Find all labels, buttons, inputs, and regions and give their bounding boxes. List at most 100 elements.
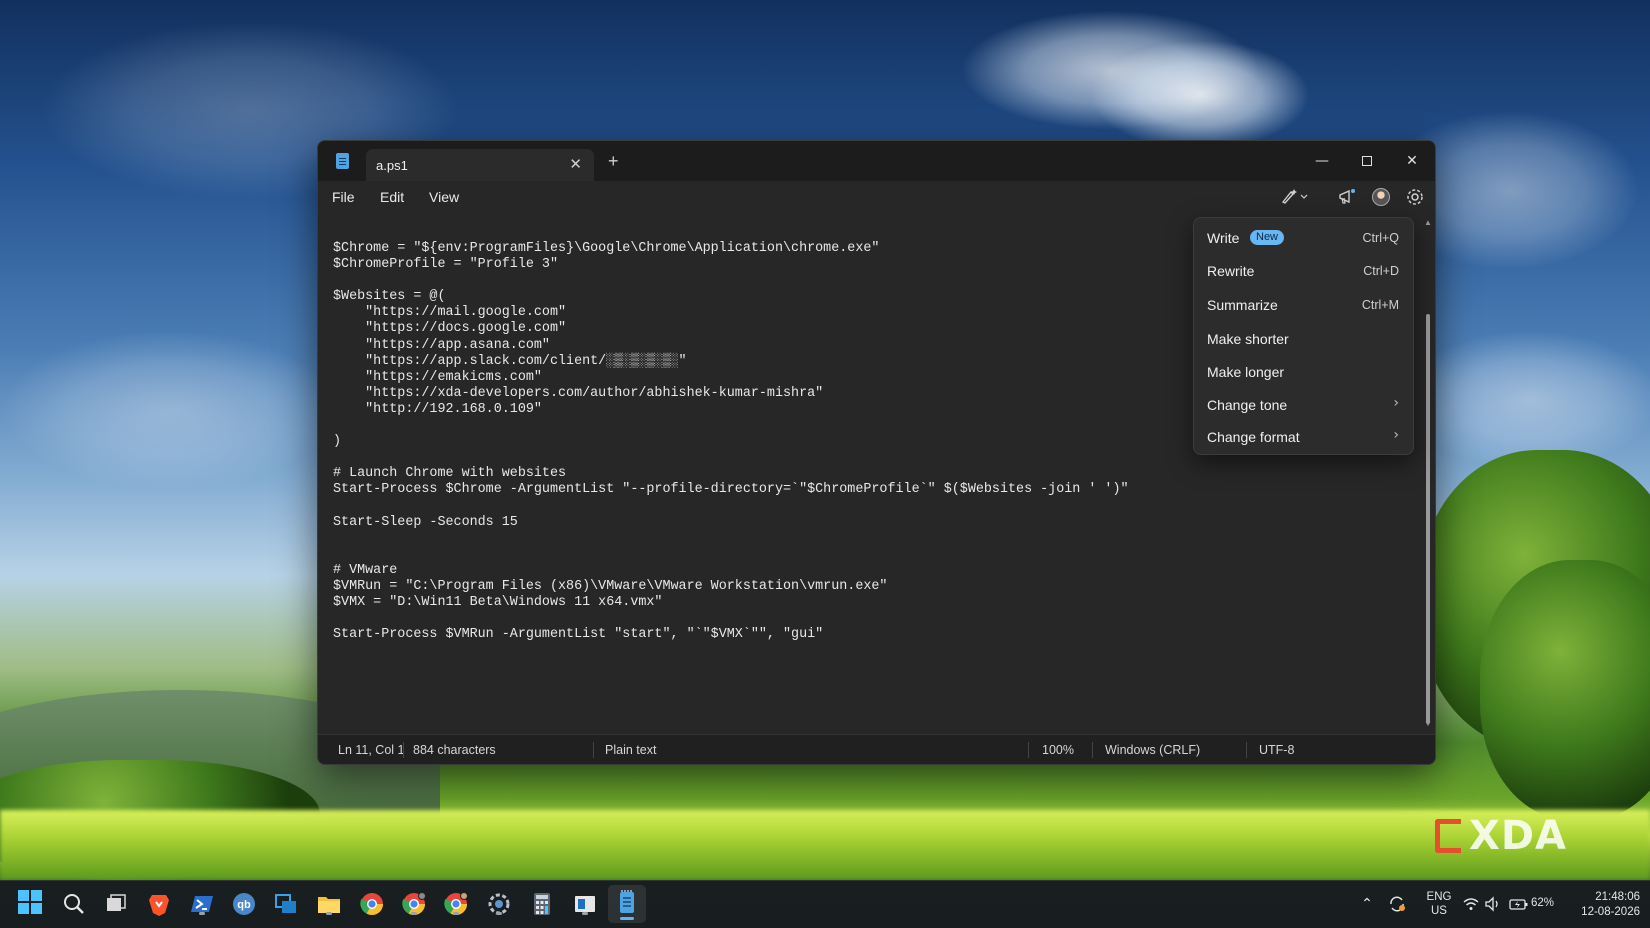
code-line[interactable] [333, 450, 1129, 466]
code-line[interactable]: Start-Sleep -Seconds 15 [333, 515, 1129, 531]
scroll-down-icon[interactable]: ▼ [1424, 720, 1432, 728]
running-indicator [199, 912, 205, 915]
menu-item-rewrite[interactable]: Rewrite Ctrl+D [1194, 255, 1413, 287]
taskbar-chrome[interactable] [358, 890, 386, 918]
code-line[interactable]: "https://emakicms.com" [333, 370, 1129, 386]
search-button[interactable] [60, 890, 88, 918]
menu-item-label: Change format [1207, 429, 1300, 445]
settings-button[interactable] [1405, 187, 1425, 209]
running-indicator [582, 912, 588, 915]
taskbar-remote-desktop[interactable] [272, 890, 300, 918]
code-line[interactable]: $VMRun = "C:\Program Files (x86)\VMware\… [333, 579, 1129, 595]
start-button[interactable] [18, 890, 46, 918]
copilot-button[interactable] [1280, 187, 1310, 209]
code-line[interactable]: # VMware [333, 563, 1129, 579]
code-line[interactable]: # Launch Chrome with websites [333, 466, 1129, 482]
code-line[interactable] [333, 547, 1129, 563]
svg-text:qb: qb [237, 899, 251, 911]
menu-item-summarize[interactable]: Summarize Ctrl+M [1194, 289, 1413, 321]
menu-edit[interactable]: Edit [380, 189, 404, 205]
tab-close-icon[interactable]: ✕ [569, 155, 582, 173]
minimize-button[interactable]: — [1299, 149, 1345, 173]
scroll-thumb[interactable] [1426, 314, 1430, 724]
taskbar-calculator[interactable] [528, 890, 556, 918]
menu-item-make-shorter[interactable]: Make shorter [1194, 323, 1413, 355]
code-line[interactable]: $Chrome = "${env:ProgramFiles}\Google\Ch… [333, 241, 1129, 257]
chevron-up-icon[interactable]: ⌃ [1358, 895, 1376, 913]
taskbar-brave[interactable] [145, 890, 173, 918]
volume-icon[interactable] [1484, 895, 1502, 913]
menu-item-label: Summarize [1207, 297, 1278, 313]
new-tab-button[interactable]: + [608, 152, 619, 170]
code-line[interactable]: "https://docs.google.com" [333, 321, 1129, 337]
code-line[interactable]: "https://xda-developers.com/author/abhis… [333, 386, 1129, 402]
encoding[interactable]: UTF-8 [1259, 743, 1294, 757]
minimize-icon: — [1315, 153, 1329, 169]
code-line[interactable] [333, 273, 1129, 289]
sync-status-icon [1390, 896, 1405, 912]
code-line[interactable]: "https://mail.google.com" [333, 305, 1129, 321]
taskbar-qbittorrent[interactable]: qb [230, 890, 258, 918]
user-avatar[interactable] [1372, 188, 1390, 206]
clock-time: 21:48:06 [1595, 891, 1640, 903]
taskbar-vmware[interactable] [571, 890, 599, 918]
taskbar-powershell[interactable] [188, 890, 216, 918]
windows-logo-icon [18, 890, 46, 914]
megaphone-button[interactable] [1337, 187, 1357, 209]
code-line[interactable] [333, 611, 1129, 627]
scroll-up-icon[interactable]: ▲ [1424, 219, 1432, 227]
menu-item-shortcut: Ctrl+M [1361, 298, 1399, 312]
code-line[interactable]: "https://app.asana.com" [333, 338, 1129, 354]
line-ending[interactable]: Windows (CRLF) [1105, 743, 1200, 757]
menu-item-label: Make shorter [1207, 331, 1289, 347]
code-line[interactable] [333, 499, 1129, 515]
wifi-icon[interactable] [1462, 895, 1480, 913]
menu-item-change-format[interactable]: Change format › [1194, 421, 1413, 453]
title-bar[interactable]: a.ps1 ✕ + — ✕ [318, 141, 1435, 181]
close-button[interactable]: ✕ [1389, 149, 1435, 173]
running-indicator [453, 912, 459, 915]
menu-item-label: Rewrite [1207, 263, 1255, 279]
code-line[interactable]: ) [333, 434, 1129, 450]
menu-item-write[interactable]: Write New Ctrl+Q [1194, 222, 1413, 254]
cursor-position[interactable]: Ln 11, Col 1 [338, 743, 404, 757]
new-badge: New [1250, 230, 1285, 245]
taskbar-settings[interactable] [485, 890, 513, 918]
taskbar-chrome-profile-3[interactable] [442, 890, 470, 918]
menu-item-label: Write [1207, 230, 1240, 246]
task-view-icon [107, 894, 126, 911]
taskbar-chrome-profile-2[interactable] [400, 890, 428, 918]
text-format[interactable]: Plain text [605, 743, 656, 757]
code-line[interactable] [333, 531, 1129, 547]
running-indicator [411, 912, 417, 915]
vertical-scrollbar[interactable]: ▲ ▼ [1424, 219, 1432, 728]
menu-view[interactable]: View [429, 189, 459, 205]
taskbar-notepad[interactable] [608, 885, 646, 923]
menu-item-make-longer[interactable]: Make longer [1194, 356, 1413, 388]
code-content[interactable]: $Chrome = "${env:ProgramFiles}\Google\Ch… [333, 241, 1129, 643]
code-line[interactable]: $ChromeProfile = "Profile 3" [333, 257, 1129, 273]
code-line[interactable]: Start-Process $VMRun -ArgumentList "star… [333, 627, 1129, 643]
battery-icon[interactable] [1509, 895, 1528, 913]
zoom-level[interactable]: 100% [1042, 743, 1074, 757]
status-bar: Ln 11, Col 1 884 characters Plain text 1… [318, 734, 1435, 764]
code-line[interactable]: "http://192.168.0.109" [333, 402, 1129, 418]
tab-a-ps1[interactable]: a.ps1 ✕ [366, 149, 594, 181]
clock[interactable]: 21:48:06 12-08-2026 [1566, 881, 1640, 928]
taskbar-file-explorer[interactable] [315, 890, 343, 918]
sync-icon[interactable] [1388, 895, 1406, 913]
code-line[interactable]: $Websites = @( [333, 289, 1129, 305]
menu-file[interactable]: File [332, 189, 355, 205]
battery-percent: 62% [1531, 897, 1555, 909]
menu-item-shortcut: Ctrl+D [1363, 264, 1399, 278]
menu-item-change-tone[interactable]: Change tone › [1194, 389, 1413, 421]
code-line[interactable]: Start-Process $Chrome -ArgumentList "--p… [333, 482, 1129, 498]
maximize-button[interactable] [1344, 149, 1390, 173]
code-line[interactable]: $VMX = "D:\Win11 Beta\Windows 11 x64.vmx… [333, 595, 1129, 611]
status-divider [1028, 742, 1029, 758]
task-view-button[interactable] [102, 890, 130, 918]
xda-watermark-text: XDA [1469, 813, 1567, 859]
code-line[interactable] [333, 418, 1129, 434]
code-line[interactable]: "https://app.slack.com/client/░▒░▒░▒░▒░" [333, 354, 1129, 370]
language-indicator[interactable]: ENG US [1423, 881, 1455, 928]
